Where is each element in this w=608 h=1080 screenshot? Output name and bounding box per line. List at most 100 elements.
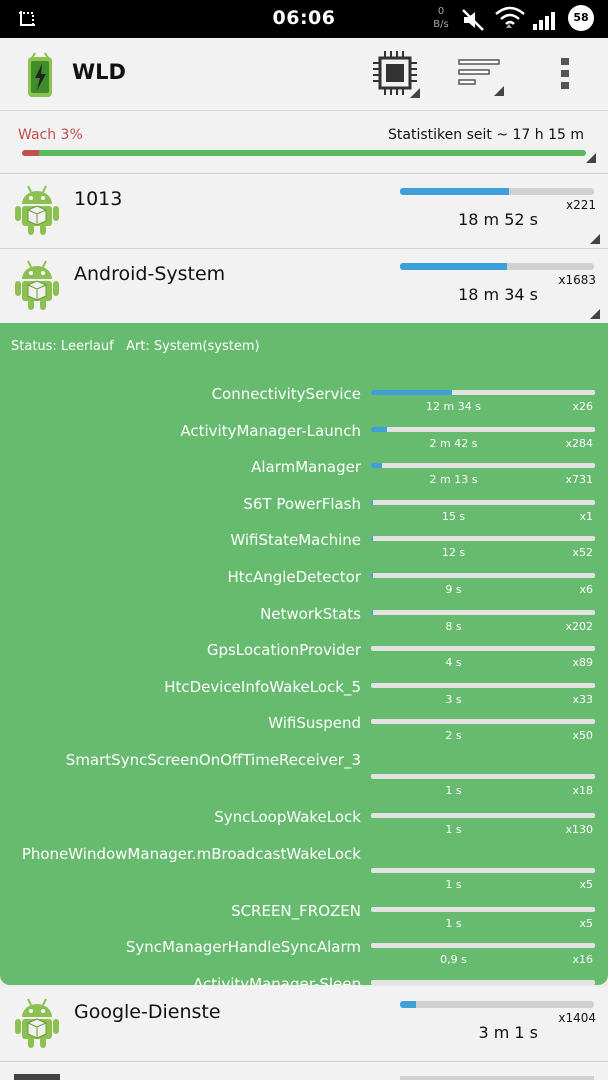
wakelock-bar (371, 573, 595, 578)
wakelock-time: 0,9 s (440, 953, 467, 967)
wakelock-row: AlarmManager 2 m 13 s x731 (0, 458, 608, 494)
battery-level: 58 (568, 5, 594, 31)
app-wake-count: x1683 (558, 273, 596, 287)
wakelock-bar (371, 463, 595, 469)
wakelock-row: SyncManagerHandleSyncAlarm 0,9 s x16 (0, 938, 608, 974)
app-row-google-dienste[interactable]: Google-Dienste x1404 3 m 1 s (0, 987, 608, 1062)
wakelock-count: x1 (579, 509, 593, 523)
wakelock-bar-fill (371, 463, 383, 469)
wakelock-count: x5 (579, 916, 593, 930)
app-usage-bar (400, 263, 594, 270)
wakelock-row: SmartSyncScreenOnOffTimeReceiver_3 1 s x18 (0, 751, 608, 797)
app-name: Android-System (74, 263, 226, 285)
wakelock-bar-fill (371, 426, 387, 432)
sort-icon[interactable] (456, 56, 506, 98)
wakelock-bar (371, 609, 595, 615)
wakelock-bar (371, 646, 595, 652)
wakelock-bar (371, 774, 595, 779)
awake-bar-fill (22, 150, 39, 156)
wakelock-count: x5 (579, 877, 593, 891)
wakelock-row: WifiSuspend 2 s x50 (0, 714, 608, 750)
wakelock-count: x284 (565, 436, 593, 450)
wakelock-details-panel: Status: Leerlauf Art: System(system) Con… (0, 323, 608, 1003)
wakelock-bar-fill (371, 499, 374, 505)
battery-bolt-icon (28, 52, 52, 97)
awake-bar (22, 150, 586, 156)
wakelock-row: HtcDeviceInfoWakeLock_5 3 s x33 (0, 678, 608, 714)
wakelock-name: SyncManagerHandleSyncAlarm (125, 938, 361, 957)
wakelock-row: HtcAngleDetector 9 s x6 (0, 568, 608, 604)
wakelock-time: 12 s (441, 546, 466, 560)
signal-icon (533, 12, 555, 30)
app-bar: WLD (0, 38, 608, 111)
wakelock-name: PhoneWindowManager.mBroadcastWakeLock (21, 844, 361, 863)
wakelock-time: 1 s (445, 823, 462, 836)
app-usage-bar-partial (400, 1076, 594, 1080)
wakelock-count: x6 (579, 583, 593, 596)
wakelock-time: 2 m 13 s (429, 473, 478, 487)
app-awake-time: 18 m 34 s (458, 285, 538, 304)
wakelock-row: WifiStateMachine 12 s x52 (0, 531, 608, 567)
process-status: Status: Leerlauf Art: System(system) (11, 339, 260, 354)
network-speed-value: 0 (437, 6, 445, 17)
wakelock-bar (371, 813, 595, 818)
app-row-1013[interactable]: 1013 x221 18 m 52 s (0, 174, 608, 249)
wakelock-bar (371, 682, 595, 688)
wakelock-name: ActivityManager-Launch (180, 421, 361, 440)
wakelock-time: 1 s (445, 784, 462, 797)
wakelock-row: GpsLocationProvider 4 s x89 (0, 641, 608, 677)
wakelock-row: ConnectivityService 12 m 34 s x26 (0, 385, 608, 421)
cpu-chip-icon[interactable] (370, 48, 422, 100)
expand-corner-icon (586, 153, 596, 163)
wakelock-time: 15 s (441, 509, 466, 523)
wakelock-time: 12 m 34 s (426, 400, 481, 413)
wakelock-name: WifiStateMachine (230, 531, 361, 550)
app-row-android-system[interactable]: Android-System x1683 18 m 34 s (0, 249, 608, 324)
network-speed: 0 B/s (426, 5, 456, 31)
wakelock-count: x18 (572, 784, 593, 797)
stats-summary[interactable]: Wach 3% Statistiken seit ~ 17 h 15 m (0, 111, 608, 174)
wakelock-bar (371, 719, 595, 725)
wakelock-count: x50 (572, 729, 593, 743)
app-usage-bar (400, 188, 594, 195)
wakelock-bar-fill (371, 573, 374, 578)
app-awake-time: 18 m 52 s (458, 210, 538, 229)
wakelock-time: 9 s (445, 583, 462, 596)
expand-corner-icon (590, 309, 600, 319)
wakelock-bar-fill (371, 609, 374, 615)
wakelock-name: HtcAngleDetector (227, 568, 361, 586)
wakelock-bar (371, 499, 595, 505)
wakelock-row: S6T PowerFlash 15 s x1 (0, 495, 608, 531)
wakelock-name: SCREEN_FROZEN (231, 901, 361, 920)
wakelock-count: x130 (565, 823, 593, 836)
wifi-icon (495, 6, 525, 28)
wakelock-name: GpsLocationProvider (206, 641, 361, 660)
wakelock-name: S6T PowerFlash (243, 494, 361, 513)
expand-corner-icon (590, 234, 600, 244)
wakelock-time: 1 s (445, 916, 462, 930)
app-usage-bar-fill (400, 263, 507, 270)
wakelock-bar-fill (371, 390, 452, 395)
wakelock-count: x52 (572, 546, 593, 560)
stats-since: Statistiken seit ~ 17 h 15 m (388, 127, 584, 143)
wakelock-count: x16 (572, 953, 593, 967)
app-usage-bar-fill (400, 1001, 416, 1008)
android-robot-icon (15, 185, 59, 235)
next-app-row-peek[interactable] (0, 1062, 608, 1080)
wakelock-row: SCREEN_FROZEN 1 s x5 (0, 902, 608, 938)
app-usage-bar-fill (400, 188, 509, 195)
wakelock-name: HtcDeviceInfoWakeLock_5 (164, 677, 361, 696)
network-speed-unit: B/s (433, 19, 449, 30)
wakelock-time: 4 s (445, 656, 462, 670)
android-robot-icon (15, 260, 59, 310)
wakelock-count: x731 (565, 473, 593, 487)
app-usage-bar (400, 1001, 594, 1008)
wakelock-count: x33 (572, 692, 593, 706)
wakelock-count: x89 (572, 656, 593, 670)
wakelock-count: x202 (565, 619, 593, 633)
wakelock-time: 2 m 42 s (429, 436, 478, 450)
overflow-menu-icon[interactable] (558, 56, 572, 92)
wakelock-time: 3 s (445, 692, 462, 706)
sleep-bar-fill (38, 150, 586, 156)
awake-percentage: Wach 3% (18, 127, 83, 143)
